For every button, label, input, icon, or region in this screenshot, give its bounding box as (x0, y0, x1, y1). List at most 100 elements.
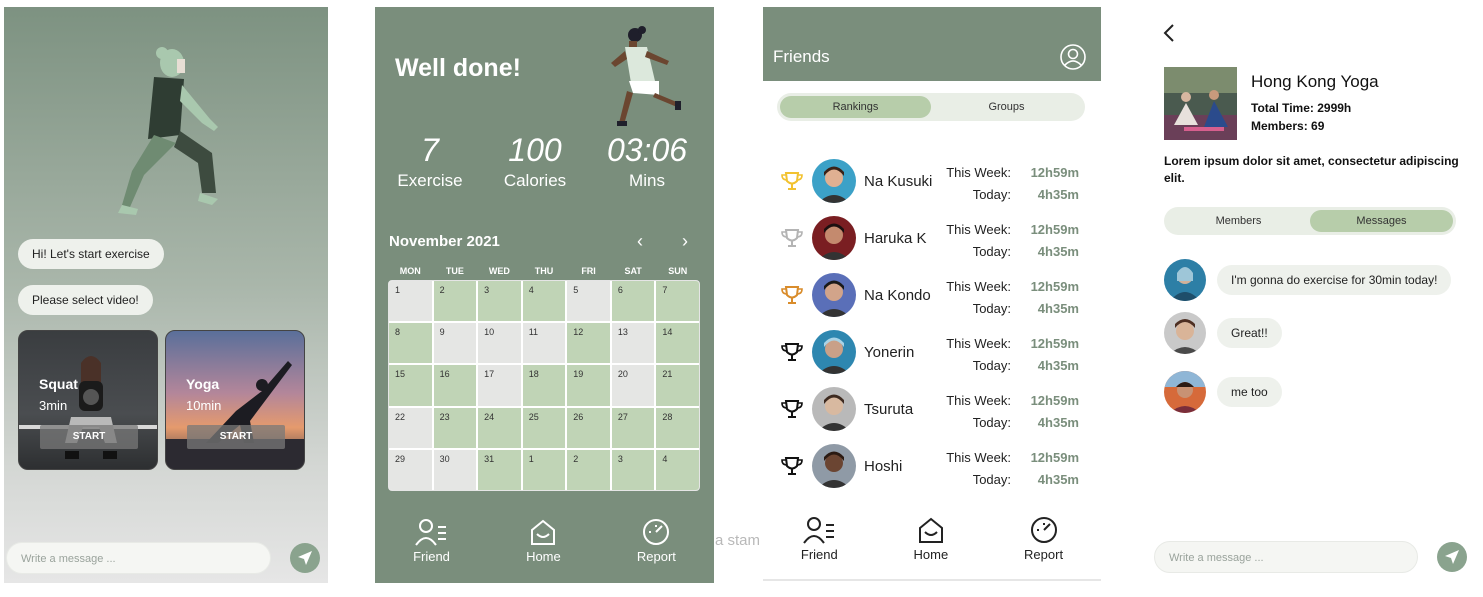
time-labels: This Week: Today: (946, 162, 1011, 206)
calendar-day[interactable]: 24 (478, 407, 521, 448)
calendar-day[interactable]: 12 (567, 323, 610, 364)
tab-groups[interactable]: Groups (931, 96, 1082, 118)
calendar-day[interactable]: 6 (611, 281, 655, 322)
calendar-day[interactable]: 1 (389, 281, 432, 322)
video-title-squat: Squat (39, 376, 78, 392)
calendar-day[interactable]: 2 (433, 281, 477, 322)
friend-name: Yonerin (864, 344, 915, 361)
calendar-day[interactable]: 11 (522, 323, 566, 364)
calendar-day[interactable]: 21 (656, 365, 699, 406)
avatar-image (1164, 371, 1206, 413)
avatar-image (818, 394, 850, 431)
calendar-day[interactable]: 13 (611, 323, 655, 364)
bottom-nav: Friend Home Report (375, 517, 714, 564)
friend-row[interactable]: Haruka K This Week: Today: 12h59m 4h35m (763, 214, 1101, 264)
calendar-grid: 1 2 3 4 5 6 7 8 9 10 11 12 13 14 15 16 17 18 19 20 21 22 23 24 2… (388, 280, 700, 491)
time-labels: This Week: Today: (946, 276, 1011, 320)
friend-name: Tsuruta (864, 401, 914, 418)
calendar-day[interactable]: 28 (656, 407, 699, 448)
today-label: Today: (972, 472, 1011, 487)
tab-report[interactable]: Report (637, 517, 676, 564)
calendar-day[interactable]: 9 (433, 323, 477, 364)
video-card-squat[interactable]: Squat 3min START (18, 330, 158, 470)
calendar-day[interactable]: 8 (389, 323, 432, 364)
send-button[interactable] (290, 543, 320, 573)
start-button-yoga[interactable]: START (187, 425, 285, 449)
time-values: 12h59m 4h35m (1031, 447, 1079, 491)
stat-calories: 100 Calories (495, 131, 575, 191)
message-input[interactable]: Write a message ... (1154, 541, 1418, 573)
calendar-day[interactable]: 4 (656, 449, 699, 490)
calendar-day[interactable]: 26 (567, 407, 610, 448)
calendar-day[interactable]: 4 (522, 281, 566, 322)
page-title: Friends (773, 47, 830, 66)
start-button-squat[interactable]: START (40, 425, 138, 449)
tab-friend[interactable]: Friend (801, 515, 838, 562)
today-value: 4h35m (1037, 472, 1079, 487)
calendar-day[interactable]: 5 (567, 281, 610, 322)
this-week-label: This Week: (946, 222, 1011, 237)
tab-home[interactable]: Home (526, 517, 561, 564)
today-label: Today: (972, 301, 1011, 316)
send-button[interactable] (1437, 542, 1467, 572)
report-gauge-icon (1030, 517, 1057, 543)
video-card-yoga[interactable]: Yoga 10min START (165, 330, 305, 470)
video-title-yoga: Yoga (186, 376, 220, 392)
calendar-day[interactable]: 17 (478, 365, 521, 406)
tab-messages[interactable]: Messages (1310, 210, 1453, 232)
friend-row[interactable]: Tsuruta This Week: Today: 12h59m 4h35m (763, 385, 1101, 435)
home-icon (531, 519, 556, 545)
calendar-day[interactable]: 3 (478, 281, 521, 322)
friends-header (763, 7, 1101, 81)
calendar-day[interactable]: 20 (611, 365, 655, 406)
calendar-day[interactable]: 1 (522, 449, 566, 490)
calendar-day[interactable]: 25 (522, 407, 566, 448)
friend-icon (415, 519, 447, 546)
tab-members[interactable]: Members (1167, 210, 1310, 232)
friend-row[interactable]: Hoshi This Week: Today: 12h59m 4h35m (763, 442, 1101, 492)
stat-calories-value: 100 (508, 132, 562, 168)
calendar-weekdays: MON TUE WED THU FRI SAT SUN (388, 266, 700, 276)
tab-friend[interactable]: Friend (413, 517, 450, 564)
this-week-label: This Week: (946, 279, 1011, 294)
friend-row[interactable]: Na Kusuki This Week: Today: 12h59m 4h35m (763, 157, 1101, 207)
calendar-day[interactable]: 7 (656, 281, 699, 322)
calendar-day[interactable]: 22 (389, 407, 432, 448)
trophy-icon (781, 343, 803, 361)
tab-rankings[interactable]: Rankings (780, 96, 931, 118)
avatar (1164, 259, 1206, 301)
calendar-day[interactable]: 19 (567, 365, 610, 406)
weekday-label: FRI (581, 266, 596, 276)
friend-row[interactable]: Na Kondo This Week: Today: 12h59m 4h35m (763, 271, 1101, 321)
trophy-icon (781, 286, 803, 304)
calendar-day[interactable]: 15 (389, 365, 432, 406)
calendar-day[interactable]: 2 (567, 449, 610, 490)
calendar-day[interactable]: 27 (611, 407, 655, 448)
message-input[interactable]: Write a message ... (6, 542, 271, 574)
avatar (812, 387, 856, 431)
back-arrow-icon[interactable] (1162, 23, 1176, 43)
today-value: 4h35m (1037, 187, 1079, 202)
chevron-right-icon[interactable]: › (682, 231, 688, 252)
chat-message: I'm gonna do exercise for 30min today! (1164, 259, 1464, 301)
chat-message: me too (1164, 371, 1464, 413)
tab-home[interactable]: Home (914, 515, 948, 562)
tab-report-label: Report (636, 549, 676, 564)
calendar-day[interactable]: 18 (522, 365, 566, 406)
friend-row[interactable]: Yonerin This Week: Today: 12h59m 4h35m (763, 328, 1101, 378)
avatar-image (1170, 319, 1200, 354)
stat-exercise: 7 Exercise (395, 131, 465, 191)
calendar-day[interactable]: 3 (611, 449, 655, 490)
calendar-day[interactable]: 14 (656, 323, 699, 364)
calendar-day[interactable]: 23 (433, 407, 477, 448)
profile-icon[interactable] (1059, 43, 1087, 71)
calendar-day[interactable]: 10 (478, 323, 521, 364)
calendar-day[interactable]: 16 (433, 365, 477, 406)
this-week-value: 12h59m (1030, 165, 1079, 180)
calendar-day[interactable]: 30 (433, 449, 477, 490)
tab-report[interactable]: Report (1024, 515, 1063, 562)
calendar-day[interactable]: 31 (478, 449, 521, 490)
chevron-left-icon[interactable]: ‹ (637, 231, 643, 252)
stat-minutes-value: 03:06 (606, 132, 688, 168)
calendar-day[interactable]: 29 (389, 449, 432, 490)
